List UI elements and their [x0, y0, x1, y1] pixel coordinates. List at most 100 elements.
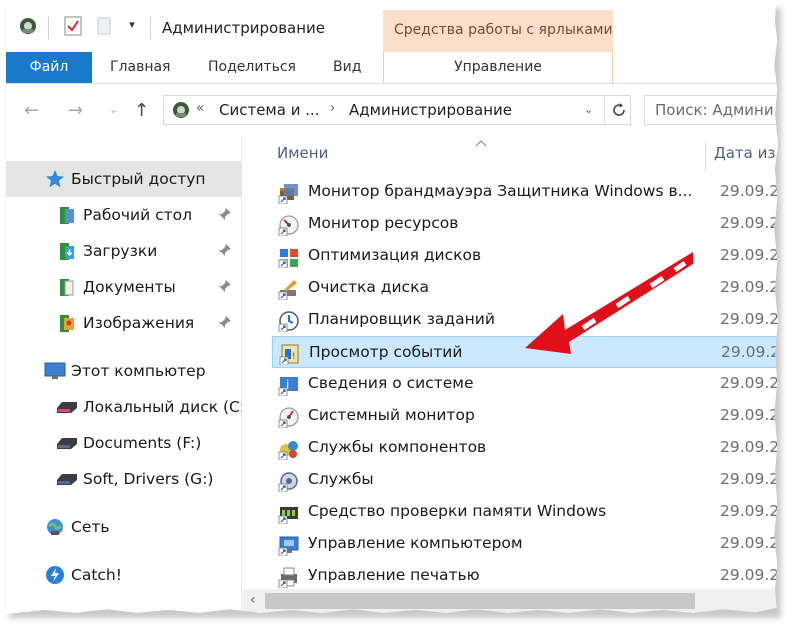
file-date: 29.09.20: [720, 406, 778, 424]
refresh-icon[interactable]: [604, 96, 632, 124]
drive-icon: [56, 432, 78, 454]
file-row[interactable]: Системный монитор 29.09.20: [272, 400, 778, 432]
admin-tools-icon: [171, 100, 191, 124]
file-date: 29.09.20: [720, 502, 778, 520]
tab-share[interactable]: Поделиться: [208, 52, 296, 83]
breadcrumb-overflow-icon[interactable]: «: [196, 101, 204, 116]
print-management-icon: [278, 566, 300, 589]
forward-arrow-icon[interactable]: →: [68, 100, 83, 121]
navigation-pane: Быстрый доступ Рабочий стол Загрузки Док…: [6, 136, 242, 614]
svg-text:!: !: [292, 352, 296, 362]
file-date: 29.09.20: [720, 246, 778, 264]
file-date: 29.09.20: [720, 374, 778, 392]
file-row[interactable]: Управление печатью 29.09.20: [272, 560, 778, 592]
pin-icon[interactable]: [218, 243, 232, 261]
file-date: 29.09.20: [720, 182, 778, 200]
column-header-name[interactable]: Имени: [277, 144, 328, 174]
desktop-folder-icon: [56, 204, 78, 226]
file-row[interactable]: i Сведения о системе 29.09.20: [272, 368, 778, 400]
back-arrow-icon[interactable]: ←: [24, 100, 39, 121]
search-input[interactable]: Поиск: Админи: [644, 95, 778, 125]
breadcrumb-chevron-icon[interactable]: ›: [330, 101, 335, 116]
tab-home[interactable]: Главная: [110, 52, 170, 83]
tab-file[interactable]: Файл: [6, 52, 92, 83]
disk-optimization-icon: [278, 246, 300, 269]
drive-icon: [56, 396, 78, 418]
performance-monitor-icon: [278, 406, 300, 429]
event-viewer-icon: !: [279, 343, 301, 366]
nav-item-drive-c[interactable]: Локальный диск (C:: [6, 389, 242, 425]
network-icon: [44, 516, 66, 538]
up-arrow-icon[interactable]: ↑: [134, 100, 149, 121]
nav-item-drive-g[interactable]: Soft, Drivers (G:): [6, 461, 242, 497]
file-row[interactable]: Службы 29.09.20: [272, 464, 778, 496]
file-date: 29.09.20: [720, 214, 778, 232]
file-name: Службы: [308, 470, 374, 488]
app-icon[interactable]: [16, 16, 40, 36]
properties-icon[interactable]: [62, 16, 84, 36]
manage-tab-border: [383, 52, 613, 85]
pin-icon[interactable]: [218, 279, 232, 297]
address-row: ← → ⌄ ↑ « Система и ... › Администрирова…: [6, 84, 778, 136]
search-placeholder: Поиск: Админи: [655, 101, 774, 119]
file-name: Сведения о системе: [308, 374, 474, 392]
file-list: Имени Дата из Монитор брандмауэра Защитн…: [243, 136, 778, 614]
system-info-icon: i: [278, 374, 300, 397]
file-row[interactable]: Средство проверки памяти Windows 29.09.20: [272, 496, 778, 528]
customize-toolbar-icon[interactable]: ▾: [124, 18, 140, 31]
nav-item-catch[interactable]: Catch!: [6, 557, 242, 593]
nav-item-this-pc[interactable]: Этот компьютер: [6, 353, 242, 389]
resource-monitor-icon: [278, 214, 300, 237]
task-scheduler-icon: [278, 310, 300, 333]
file-row[interactable]: Службы компонентов 29.09.20: [272, 432, 778, 464]
recent-locations-chevron-icon[interactable]: ⌄: [109, 103, 118, 116]
annotation-arrow-icon: [525, 252, 693, 354]
context-tab-shortcut-tools: Средства работы с ярлыками: [383, 10, 613, 55]
new-folder-icon[interactable]: [94, 16, 114, 36]
column-header-date[interactable]: Дата из: [714, 144, 775, 174]
file-name: Системный монитор: [308, 406, 475, 424]
column-divider[interactable]: [705, 142, 706, 172]
sort-ascending-icon: [475, 135, 487, 151]
breadcrumb-item-admin[interactable]: Администрирование: [349, 101, 512, 119]
pictures-folder-icon: [56, 312, 78, 334]
documents-folder-icon: [56, 276, 78, 298]
nav-item-pictures[interactable]: Изображения: [6, 305, 242, 341]
address-bar[interactable]: « Система и ... › Администрирование ⌄: [163, 95, 631, 125]
file-name: Монитор ресурсов: [308, 214, 459, 232]
window-title: Администрирование: [162, 19, 326, 37]
computer-icon: [44, 360, 66, 382]
file-name: Монитор брандмауэра Защитника Windows в.…: [308, 182, 693, 200]
file-row[interactable]: Управление компьютером 29.09.20: [272, 528, 778, 560]
horizontal-scrollbar[interactable]: ‹: [243, 589, 778, 614]
pin-icon[interactable]: [218, 315, 232, 333]
file-date: 29.09.20: [720, 278, 778, 296]
computer-management-icon: [278, 534, 300, 557]
file-date: 29.09.20: [720, 310, 778, 328]
nav-item-quick-access[interactable]: Быстрый доступ: [6, 161, 242, 197]
tab-view[interactable]: Вид: [333, 52, 361, 83]
nav-item-documents[interactable]: Документы: [6, 269, 242, 305]
file-date: 29.09.20: [720, 566, 778, 584]
explorer-window: ▾ Администрирование Средства работы с яр…: [6, 4, 778, 614]
file-row[interactable]: Монитор ресурсов 29.09.20: [272, 208, 778, 240]
file-date: 29.09.20: [720, 534, 778, 552]
disk-cleanup-icon: [278, 278, 300, 301]
pin-icon[interactable]: [218, 207, 232, 225]
breadcrumb-item-system[interactable]: Система и ...: [219, 101, 320, 119]
firewall-monitor-icon: [278, 182, 300, 205]
nav-item-drive-f[interactable]: Documents (F:): [6, 425, 242, 461]
catch-icon: [44, 564, 66, 586]
address-dropdown-icon[interactable]: ⌄: [584, 103, 593, 116]
services-icon: [278, 470, 300, 493]
file-row[interactable]: Монитор брандмауэра Защитника Windows в.…: [272, 176, 778, 208]
file-date: 29.09.20: [721, 343, 778, 361]
file-date: 29.09.20: [720, 470, 778, 488]
title-bar: ▾ Администрирование Средства работы с яр…: [6, 4, 778, 55]
nav-item-desktop[interactable]: Рабочий стол: [6, 197, 242, 233]
nav-item-downloads[interactable]: Загрузки: [6, 233, 242, 269]
nav-item-network[interactable]: Сеть: [6, 509, 242, 545]
scrollbar-thumb[interactable]: [265, 593, 695, 609]
file-name: Средство проверки памяти Windows: [308, 502, 607, 520]
scroll-left-icon[interactable]: ‹: [250, 592, 256, 608]
